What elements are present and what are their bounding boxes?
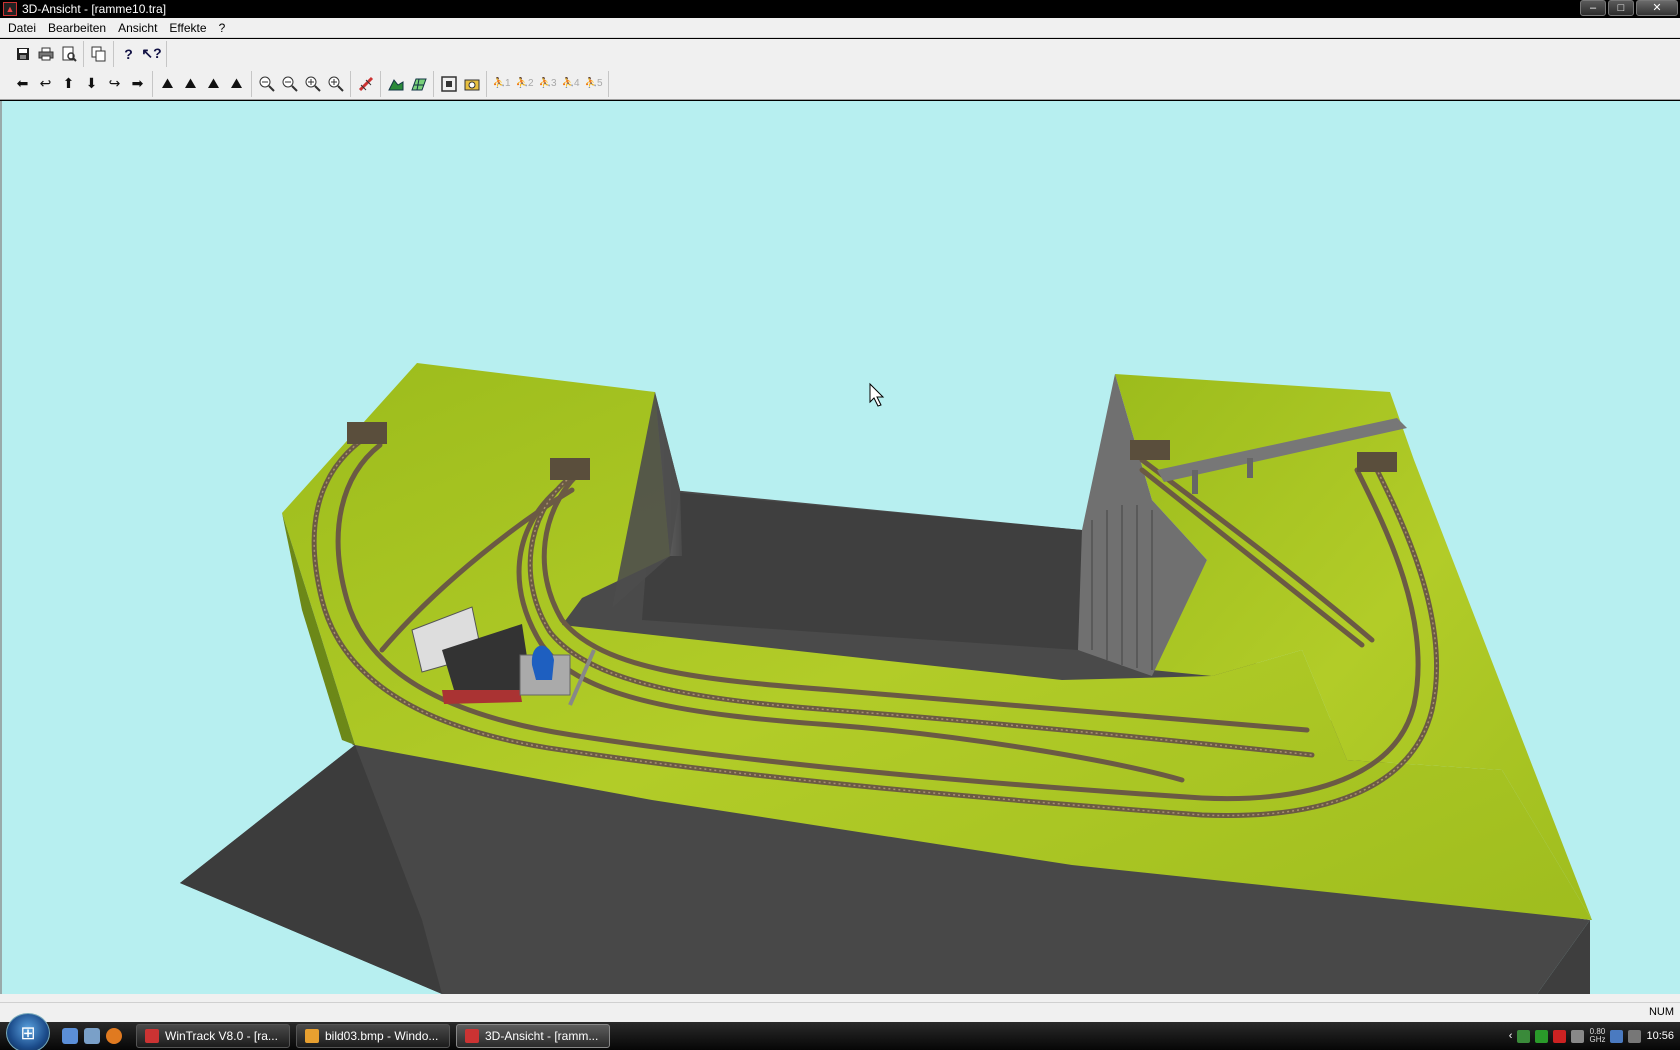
mouse-cursor-icon — [869, 382, 885, 407]
gear-icon[interactable] — [1571, 1029, 1585, 1043]
start-button[interactable]: ⊞ — [6, 1013, 50, 1050]
rotate-left-icon[interactable]: ↩ — [34, 73, 57, 95]
terrain-icon[interactable] — [384, 73, 407, 95]
camera-tilt-2-icon[interactable]: ⛰ — [179, 73, 202, 95]
help-icon[interactable]: ? — [117, 43, 140, 65]
wintrack-icon — [465, 1029, 479, 1043]
taskbar: ⊞ WinTrack V8.0 - [ra... bild03.bmp - Wi… — [0, 1013, 1680, 1050]
arrow-down-icon[interactable]: ⬇ — [80, 73, 103, 95]
fit-view-icon[interactable] — [437, 73, 460, 95]
menu-bar: Datei Bearbeiten Ansicht Effekte ? — [0, 18, 1680, 38]
arrow-right-icon[interactable]: ➡ — [126, 73, 149, 95]
zoom-in-icon[interactable] — [301, 73, 324, 95]
close-button[interactable]: ✕ — [1636, 0, 1678, 16]
app-icon[interactable]: ▲ — [3, 2, 17, 16]
menu-help[interactable]: ? — [213, 18, 232, 38]
print-preview-icon[interactable] — [57, 43, 80, 65]
camera-position-2-button[interactable]: ⛹ 2 — [513, 73, 536, 95]
zoom-out-icon[interactable] — [278, 73, 301, 95]
arrow-left-icon[interactable]: ⬅ — [11, 73, 34, 95]
grid-icon[interactable] — [407, 73, 430, 95]
wintrack-icon — [145, 1029, 159, 1043]
minimize-button[interactable]: – — [1580, 0, 1606, 16]
menu-datei[interactable]: Datei — [2, 18, 42, 38]
snapshot-icon[interactable] — [460, 73, 483, 95]
task-label: WinTrack V8.0 - [ra... — [165, 1029, 278, 1043]
arrow-up-icon[interactable]: ⬆ — [57, 73, 80, 95]
camera-tilt-1-icon[interactable]: ⛰ — [156, 73, 179, 95]
cpu-meter[interactable]: 0.80 GHz — [1589, 1028, 1605, 1044]
image-viewer-icon — [305, 1029, 319, 1043]
task-3d-ansicht[interactable]: 3D-Ansicht - [ramm... — [456, 1024, 610, 1048]
zoom-out-all-icon[interactable] — [255, 73, 278, 95]
view-toolbar: ⬅ ↩ ⬆ ⬇ ↪ ➡ ⛰ ⛰ ⛰ ⛰ ⛹ 1 ⛹ 2 ⛹ 3 ⛹ 4 ⛹ 5 — [0, 68, 1680, 100]
tunnel-portal-4 — [1357, 452, 1397, 472]
task-wintrack[interactable]: WinTrack V8.0 - [ra... — [136, 1024, 290, 1048]
volume-icon[interactable] — [1628, 1029, 1642, 1043]
maximize-button[interactable]: □ — [1608, 0, 1634, 16]
status-icon[interactable] — [1535, 1029, 1549, 1043]
alert-icon[interactable] — [1553, 1029, 1567, 1043]
status-gap — [0, 994, 1680, 1002]
context-help-icon[interactable]: ↖? — [140, 43, 163, 65]
network-icon[interactable] — [1517, 1029, 1531, 1043]
firefox-icon[interactable] — [106, 1028, 122, 1044]
zoom-in-all-icon[interactable] — [324, 73, 347, 95]
quick-launch — [62, 1028, 122, 1044]
tunnel-portal-1 — [347, 422, 387, 444]
camera-tilt-3-icon[interactable]: ⛰ — [202, 73, 225, 95]
chevron-left-icon[interactable]: ‹ — [1509, 1030, 1513, 1042]
rotate-right-icon[interactable]: ↪ — [103, 73, 126, 95]
camera-tilt-4-icon[interactable]: ⛰ — [225, 73, 248, 95]
save-icon[interactable] — [11, 43, 34, 65]
camera-position-3-button[interactable]: ⛹ 3 — [536, 73, 559, 95]
3d-viewport[interactable] — [0, 101, 1680, 994]
camera-position-1-button[interactable]: ⛹ 1 — [490, 73, 513, 95]
task-label: 3D-Ansicht - [ramm... — [485, 1029, 599, 1043]
standard-toolbar: ? ↖? — [0, 39, 1680, 68]
monitor-icon[interactable] — [1610, 1029, 1624, 1043]
status-bar: NUM — [0, 1002, 1680, 1022]
title-bar: ▲ 3D-Ansicht - [ramme10.tra] – □ ✕ — [0, 0, 1680, 18]
tunnel-portal-2 — [550, 458, 590, 480]
show-desktop-icon[interactable] — [62, 1028, 78, 1044]
clock[interactable]: 10:56 — [1646, 1030, 1674, 1042]
camera-position-4-button[interactable]: ⛹ 4 — [559, 73, 582, 95]
switch-windows-icon[interactable] — [84, 1028, 100, 1044]
task-bild03[interactable]: bild03.bmp - Windo... — [296, 1024, 450, 1048]
camera-position-5-button[interactable]: ⛹ 5 — [582, 73, 605, 95]
track-icon[interactable] — [354, 73, 377, 95]
menu-bearbeiten[interactable]: Bearbeiten — [42, 18, 112, 38]
menu-effekte[interactable]: Effekte — [163, 18, 212, 38]
print-icon[interactable] — [34, 43, 57, 65]
menu-ansicht[interactable]: Ansicht — [112, 18, 163, 38]
system-tray: ‹ 0.80 GHz 10:56 — [1509, 1022, 1680, 1050]
tunnel-portal-3 — [1130, 440, 1170, 460]
layout-3d-scene — [180, 363, 1592, 994]
task-label: bild03.bmp - Windo... — [325, 1029, 439, 1043]
window-title: 3D-Ansicht - [ramme10.tra] — [22, 2, 167, 16]
copy-icon[interactable] — [87, 43, 110, 65]
num-lock-indicator: NUM — [1648, 1006, 1674, 1018]
